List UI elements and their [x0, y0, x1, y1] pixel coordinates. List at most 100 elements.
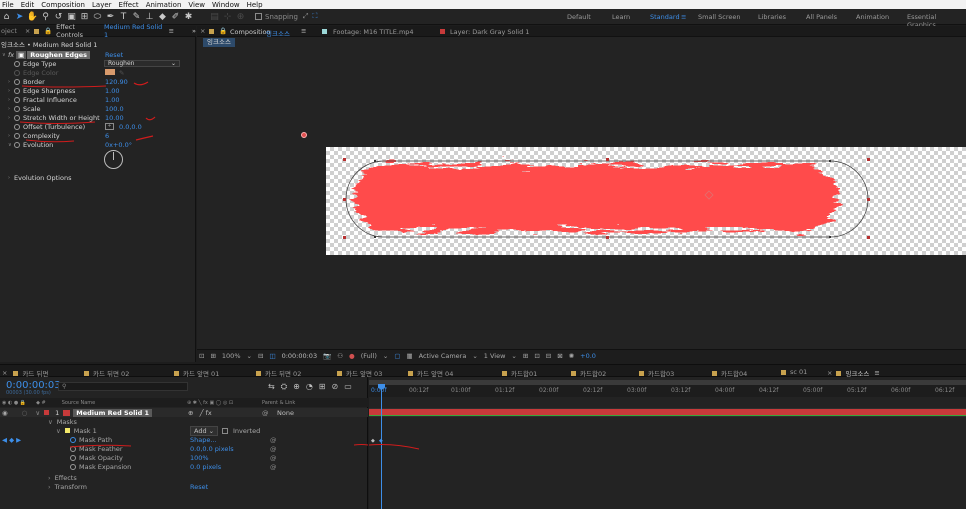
menu-composition[interactable]: Composition	[41, 1, 85, 9]
composition-panel: × 🔒 Composition 잉크소스 ≡ Footage: M16 TITL…	[197, 26, 966, 362]
tab-color-icon	[337, 370, 342, 376]
menu-help[interactable]: Help	[247, 1, 263, 9]
annotation-strokes	[19, 81, 156, 143]
chevron-down-icon: ⌄	[511, 352, 517, 360]
chevron-down-icon: ⌄	[246, 352, 252, 360]
tab-color-icon	[13, 370, 19, 376]
mask-visibility-icon[interactable]: ◫	[269, 352, 275, 360]
tab-color-icon	[256, 370, 261, 376]
composition-viewer[interactable]	[197, 48, 966, 348]
layer-tab[interactable]: Layer: Dark Gray Solid 1	[450, 28, 529, 36]
workspace-learn[interactable]: Learn	[612, 13, 630, 21]
hand-tool-icon[interactable]: ✋	[27, 11, 38, 22]
puppet-tool-icon[interactable]: ✱	[183, 11, 194, 22]
roto-brush-tool-icon[interactable]: ✐	[170, 11, 181, 22]
footage-color-icon	[322, 29, 327, 34]
brush-tool-icon[interactable]: ✎	[131, 11, 142, 22]
comp-flowchart-tab[interactable]: 잉크소스	[203, 38, 235, 47]
world-axis-icon[interactable]: ⊕	[235, 11, 246, 22]
zoom-tool-icon[interactable]: ⚲	[40, 11, 51, 22]
workspace-all-panels[interactable]: All Panels	[806, 13, 837, 21]
resolution-dropdown[interactable]: (Full)	[361, 352, 377, 360]
workspace-standard[interactable]: Standard	[650, 13, 680, 21]
menu-window[interactable]: Window	[212, 1, 240, 9]
safe-zones-icon[interactable]: ⊟	[258, 352, 263, 360]
menu-edit[interactable]: Edit	[21, 1, 35, 9]
panel-menu-icon[interactable]: ≡	[874, 369, 879, 377]
channel-icon[interactable]: ●	[349, 352, 355, 360]
zoom-dropdown[interactable]: 100%	[222, 352, 241, 360]
workspace-libraries[interactable]: Libraries	[758, 13, 786, 21]
snapping-checkbox[interactable]	[255, 13, 262, 20]
tab-color-icon	[174, 370, 179, 376]
home-icon[interactable]: ⌂	[1, 11, 12, 22]
pan-behind-tool-icon[interactable]: ⊞	[79, 11, 90, 22]
camera-dropdown[interactable]: Active Camera	[419, 352, 467, 360]
panel-menu-icon[interactable]: ≡	[301, 27, 306, 35]
view-layout-dropdown[interactable]: 1 View	[484, 352, 506, 360]
footage-tab[interactable]: Footage: M16 TITLE.mp4	[333, 28, 414, 36]
snapping-toggle[interactable]: Snapping ⤢ ⛶	[255, 12, 317, 21]
pen-tool-icon[interactable]: ✒	[105, 11, 116, 22]
transparency-grid-icon[interactable]: ▦	[406, 352, 412, 360]
workspace-animation[interactable]: Animation	[856, 13, 889, 21]
timeline-layer-panel: 0:00:00:03 00003 (30.00 fps) ⚲ ⇆ ⛭ ⊕ ◔ ⊞…	[0, 377, 368, 509]
layer-color-icon	[440, 29, 445, 34]
comp-color-icon	[209, 29, 214, 34]
red-solid-fill	[354, 165, 838, 231]
menu-effect[interactable]: Effect	[119, 1, 139, 9]
roughened-solid-layer[interactable]	[326, 147, 966, 255]
comp-timecode[interactable]: 0:00:00:03	[282, 352, 318, 360]
grid-icon[interactable]: ⊞	[210, 352, 215, 360]
snap-edges-icon[interactable]: ⤢	[303, 12, 309, 21]
close-icon[interactable]: ×	[200, 27, 205, 35]
effect-controls-panel: oject × 🔒 Effect Controls Medium Red Sol…	[0, 23, 196, 362]
clone-stamp-tool-icon[interactable]: ⊥	[144, 11, 155, 22]
menu-layer[interactable]: Layer	[92, 1, 112, 9]
axis-icon[interactable]: ⊹	[222, 11, 233, 22]
composition-bottom-bar: ⊡ ⊞ 100% ⌄ ⊟ ◫ 0:00:00:03 📷 ⚇ ● (Full) ⌄…	[197, 349, 966, 362]
eraser-tool-icon[interactable]: ◆	[157, 11, 168, 22]
selection-tool-icon[interactable]: ➤	[14, 11, 25, 22]
tab-color-icon	[712, 370, 717, 376]
close-icon[interactable]: ×	[2, 369, 7, 377]
timeline-tab-10[interactable]: sc 01	[781, 368, 807, 376]
fast-previews-icon[interactable]: ⊡	[534, 352, 539, 360]
tab-color-icon	[639, 370, 644, 376]
snapshot-icon[interactable]: 📷	[323, 352, 331, 360]
close-icon[interactable]: ×	[827, 369, 832, 377]
composition-tab-label[interactable]: Composition	[230, 28, 271, 36]
text-tool-icon[interactable]: T	[118, 11, 129, 22]
rotate-tool-icon[interactable]: ↺	[53, 11, 64, 22]
exposure-value[interactable]: +0.0	[580, 352, 596, 360]
annotation-strokes	[69, 444, 368, 448]
workspace-default[interactable]: Default	[567, 13, 591, 21]
exposure-icon[interactable]: ✺	[569, 352, 574, 360]
camera-tool-icon[interactable]: ▣	[66, 11, 77, 22]
anchor-marker[interactable]	[301, 132, 307, 138]
menu-animation[interactable]: Animation	[146, 1, 182, 9]
chevron-down-icon: ⌄	[382, 352, 389, 360]
workspace-menu-icon[interactable]: ≡	[681, 13, 686, 21]
flowchart-icon[interactable]: ⊠	[557, 352, 562, 360]
toggle-pixel-aspect-icon[interactable]: ⊞	[523, 352, 528, 360]
annotation-strokes	[369, 444, 420, 450]
composition-tabs: × 🔒 Composition 잉크소스 ≡ Footage: M16 TITL…	[197, 26, 966, 38]
timeline-tabs: × 카드 뒤면 카드 뒤면 02 카드 앞면 01 카드 뒤면 02 카드 앞면 …	[0, 364, 966, 378]
timeline-link-icon[interactable]: ⊟	[546, 352, 551, 360]
align-icon[interactable]: ▤	[209, 11, 220, 22]
menu-file[interactable]: File	[2, 1, 14, 9]
menu-view[interactable]: View	[188, 1, 205, 9]
workspace-small-screen[interactable]: Small Screen	[698, 13, 740, 21]
timeline-graph[interactable]: 0:00f 00:12f 01:00f 01:12f 02:00f 02:12f…	[369, 377, 966, 509]
shape-tool-icon[interactable]: ⬭	[92, 11, 103, 22]
composition-tab-name[interactable]: 잉크소스	[266, 28, 290, 38]
snap-features-icon[interactable]: ⛶	[313, 12, 318, 21]
chevron-down-icon: ⌄	[472, 352, 478, 360]
region-of-interest-icon[interactable]: ▢	[394, 352, 400, 360]
show-snapshot-icon[interactable]: ⚇	[337, 352, 343, 360]
always-preview-icon[interactable]: ⊡	[199, 352, 204, 360]
lock-icon[interactable]: 🔒	[219, 27, 227, 35]
menu-bar: File Edit Composition Layer Effect Anima…	[0, 0, 966, 9]
tab-color-icon	[502, 370, 507, 376]
